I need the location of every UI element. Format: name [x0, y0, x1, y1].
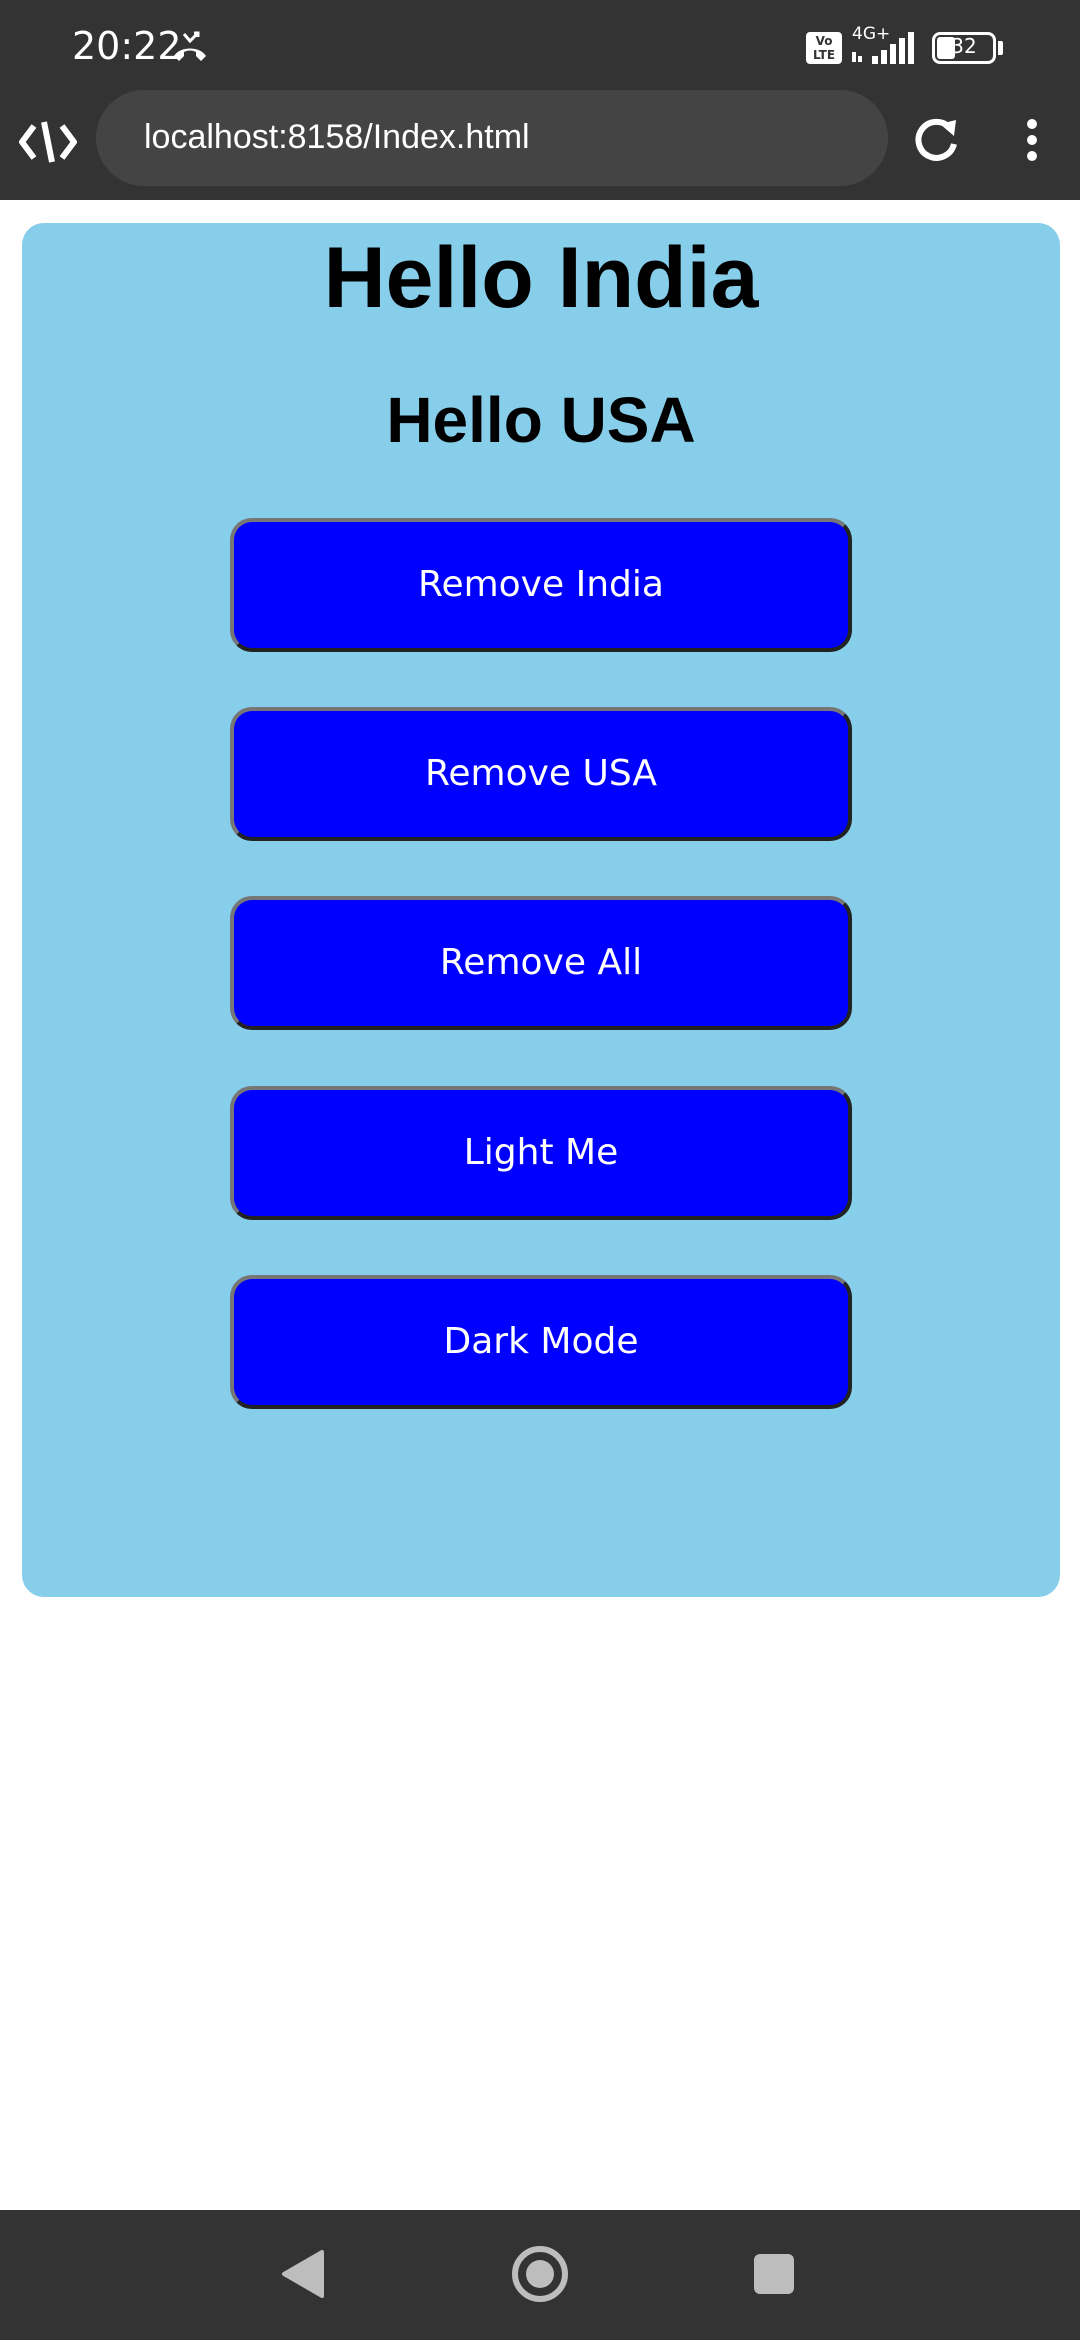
heading-hello-india: Hello India: [323, 230, 759, 326]
battery-tip: [998, 41, 1003, 55]
battery-level: 32: [951, 34, 977, 58]
light-me-button[interactable]: Light Me: [230, 1086, 852, 1220]
recents-icon[interactable]: [754, 2254, 794, 2294]
reload-icon[interactable]: [910, 114, 962, 166]
more-vert-icon[interactable]: [1012, 116, 1052, 166]
volte-icon: Vo LTE: [806, 32, 842, 64]
home-icon[interactable]: [510, 2244, 570, 2304]
remove-all-button[interactable]: Remove All: [230, 896, 852, 1030]
remove-india-button[interactable]: Remove India: [230, 518, 852, 652]
code-app-icon[interactable]: [18, 118, 78, 166]
heading-hello-usa: Hello USA: [386, 384, 696, 456]
battery-icon: 32: [932, 32, 996, 64]
address-bar[interactable]: localhost:8158/Index.html: [96, 90, 888, 186]
remove-usa-button[interactable]: Remove USA: [230, 707, 852, 841]
signal-icon: [852, 32, 914, 64]
status-time: 20:22: [72, 24, 182, 68]
url-text[interactable]: localhost:8158/Index.html: [144, 118, 530, 157]
back-icon[interactable]: [280, 2248, 328, 2300]
status-bar: 20:22 Vo LTE 4G+ 32: [0, 0, 1080, 100]
missed-call-icon: [174, 31, 206, 61]
volte-label: Vo LTE: [812, 34, 836, 62]
content-card: Hello India Hello USA Remove India Remov…: [22, 223, 1060, 1597]
dark-mode-button[interactable]: Dark Mode: [230, 1275, 852, 1409]
